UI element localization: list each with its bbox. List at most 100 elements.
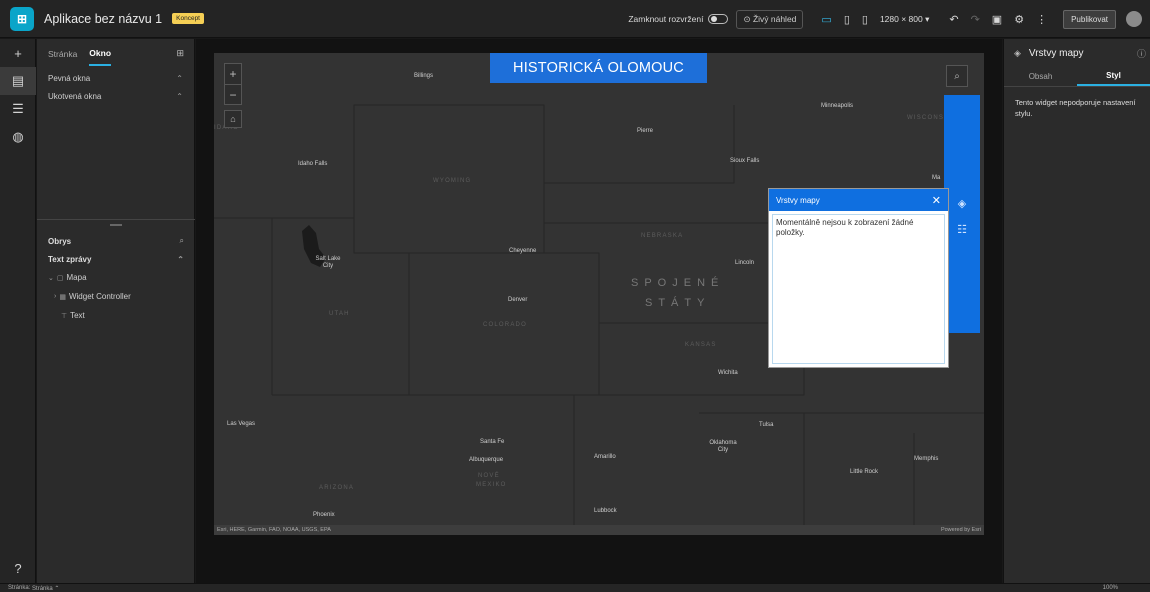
fixed-windows-row[interactable]: Pevná okna ⌃ — [37, 69, 194, 87]
tree-item-map[interactable]: ⌄ ▢ Mapa — [37, 268, 195, 287]
city-label: Salt Lake City — [315, 256, 341, 269]
tab-content[interactable]: Obsah — [1004, 67, 1077, 86]
city-label: Idaho Falls — [298, 161, 328, 167]
redo-icon[interactable]: ↷ — [971, 13, 980, 26]
state-label: KANSAS — [685, 342, 717, 348]
map-layers-popup: Vrstvy mapy ✕ Momentálně nejsou k zobraz… — [768, 188, 949, 368]
tree-item-text[interactable]: ⊤ Text — [37, 306, 195, 325]
panel-tabs: Stránka Okno — [37, 39, 194, 69]
theme-icon[interactable]: ◍ — [0, 123, 36, 151]
widget-controller: ◈ ☷ — [944, 95, 980, 333]
map-attribution: Esri, HERE, Garmin, FAO, NOAA, USGS, EPA… — [214, 525, 984, 535]
publish-button[interactable]: Publikovat — [1063, 9, 1116, 29]
outline-panel: Obrys ⌕ Text zprávy ⌃ ⌄ ▢ Mapa › ▦ Widge… — [37, 219, 195, 325]
legend-icon[interactable]: ☷ — [952, 219, 972, 239]
country-label: SPOJENÉ — [631, 277, 725, 289]
zoom-level[interactable]: 100% — [1103, 585, 1118, 591]
chevron-up-icon: ⌃ — [176, 91, 183, 101]
chevron-up-icon: ⌃ — [176, 73, 183, 83]
city-label: Sioux Falls — [730, 158, 760, 164]
state-label: COLORADO — [483, 322, 527, 328]
home-button[interactable]: ⌂ — [224, 110, 242, 128]
search-icon: ⌕ — [954, 70, 960, 82]
state-label: NEBRASKA — [641, 233, 684, 239]
add-window-icon[interactable]: ⊞ — [176, 48, 184, 59]
city-label: Las Vegas — [227, 421, 256, 427]
city-label: Lubbock — [594, 508, 617, 514]
state-label: NOVÉ — [478, 473, 500, 479]
page-icon[interactable]: ▤ — [0, 67, 36, 95]
state-label: MEXIKO — [476, 482, 507, 488]
outline-header: Obrys ⌕ — [37, 226, 195, 250]
data-icon[interactable]: ☰ — [0, 95, 36, 123]
top-bar: ⊞ Aplikace bez názvu 1 Koncept Zamknout … — [0, 0, 1150, 38]
chevron-down-icon: ⌄ — [48, 274, 54, 282]
settings-title: Vrstvy mapy — [1028, 47, 1084, 59]
live-view-button[interactable]: ⊙ Živý náhled — [736, 9, 804, 29]
style-message: Tento widget nepodporuje nastavení stylu… — [1015, 98, 1136, 118]
undo-icon[interactable]: ↶ — [949, 13, 958, 26]
city-label: Tulsa — [759, 422, 774, 428]
page-selector[interactable]: Stránka ⌃ — [32, 585, 59, 592]
tree-item-label: Widget Controller — [68, 292, 131, 301]
state-label: ARIZONA — [319, 485, 355, 491]
city-label: Little Rock — [850, 469, 879, 475]
tree-item-widget-controller[interactable]: › ▦ Widget Controller — [37, 287, 195, 306]
city-label: Memphis — [914, 456, 939, 462]
city-label: Cheyenne — [509, 248, 537, 254]
tab-window[interactable]: Okno — [89, 42, 112, 66]
docked-windows-row[interactable]: Ukotvená okna ⌃ — [37, 87, 194, 105]
map-widget-icon: ▢ — [56, 274, 64, 282]
powered-by-text: Powered by Esri — [940, 527, 981, 533]
more-icon[interactable]: ⋮ — [1036, 13, 1047, 26]
window-panel: Stránka Okno ⊞ Pevná okna ⌃ Ukotvená okn… — [37, 39, 195, 583]
desktop-icon[interactable]: ▭ — [821, 13, 831, 26]
search-icon[interactable]: ⌕ — [180, 236, 184, 246]
close-icon[interactable]: ✕ — [932, 194, 941, 207]
zoom-out-button[interactable]: − — [225, 84, 241, 104]
help-icon[interactable]: ? — [0, 554, 36, 582]
text-widget-icon: ⊤ — [61, 312, 68, 320]
map-search-button[interactable]: ⌕ — [946, 65, 968, 87]
docked-windows-label: Ukotvená okna — [48, 91, 102, 101]
popup-message: Momentálně nejsou k zobrazení žádné polo… — [776, 218, 914, 237]
status-label: Stránka: — [8, 585, 31, 591]
city-label: Pierre — [637, 128, 654, 134]
city-label: Lincoln — [735, 260, 755, 266]
app-name[interactable]: Aplikace bez názvu 1 — [44, 12, 162, 26]
lock-layout-toggle[interactable] — [708, 14, 729, 24]
city-label: Amarillo — [594, 454, 616, 460]
city-label: Phoenix — [313, 512, 335, 518]
city-label: Wichita — [718, 370, 738, 376]
zoom-control: + − — [224, 63, 242, 105]
settings-icon[interactable]: ⚙ — [1014, 13, 1024, 26]
outline-group-row[interactable]: Text zprávy ⌃ — [37, 250, 195, 268]
save-icon[interactable]: ▣ — [992, 13, 1002, 26]
tab-style[interactable]: Styl — [1077, 67, 1150, 86]
phone-icon[interactable]: ▯ — [862, 13, 868, 26]
zoom-in-button[interactable]: + — [225, 64, 241, 84]
status-bar: Stránka: Stránka ⌃ 100% — [0, 583, 1150, 592]
city-label: Santa Fe — [480, 439, 505, 445]
resolution-select[interactable]: 1280 × 800 ▾ — [880, 14, 929, 25]
tab-page[interactable]: Stránka — [48, 43, 77, 65]
city-label: Albuquerque — [469, 457, 504, 463]
help-icon[interactable]: ⓘ — [1137, 47, 1146, 60]
layers-icon[interactable]: ◈ — [952, 193, 972, 213]
state-label: UTAH — [329, 311, 350, 317]
attribution-text: Esri, HERE, Garmin, FAO, NOAA, USGS, EPA — [217, 527, 331, 533]
tree-item-label: Text — [70, 311, 85, 320]
city-label: Minneapolis — [821, 103, 854, 109]
toolbar-right: Zamknout rozvržení ⊙ Živý náhled ▭ ▯ ▯ 1… — [628, 0, 1150, 38]
add-icon[interactable]: + — [0, 39, 36, 67]
tablet-icon[interactable]: ▯ — [844, 13, 850, 26]
settings-header: ◈ Vrstvy mapy — [1004, 39, 1150, 67]
map-title: HISTORICKÁ OLOMOUC — [490, 53, 707, 83]
outline-group-label: Text zprávy — [48, 254, 92, 264]
controller-widget-icon: ▦ — [59, 293, 66, 301]
tree-item-label: Mapa — [66, 273, 87, 282]
avatar[interactable] — [1126, 11, 1142, 27]
popup-title: Vrstvy mapy — [776, 195, 820, 205]
app-logo-icon: ⊞ — [10, 6, 34, 31]
lock-layout-label: Zamknout rozvržení — [628, 14, 704, 24]
